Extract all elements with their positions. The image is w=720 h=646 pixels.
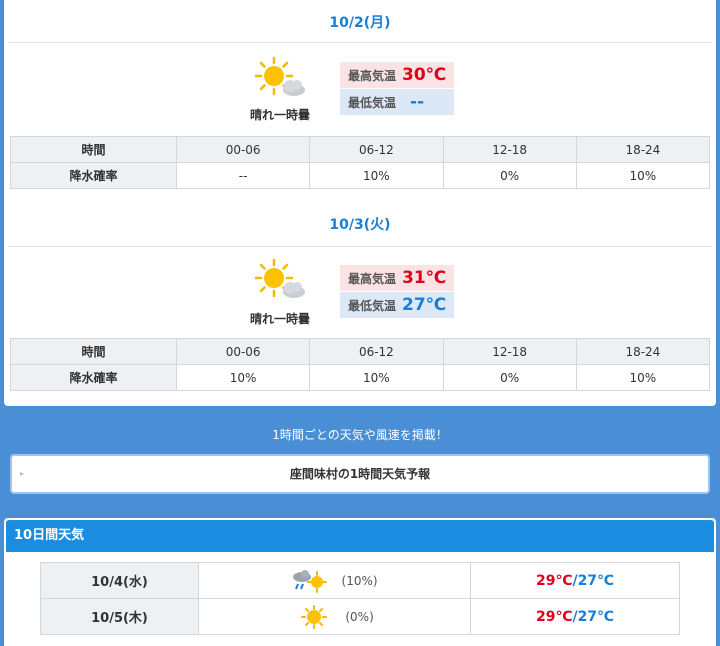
row-high: 29℃: [536, 572, 573, 589]
period: 12-18: [442, 136, 577, 163]
high-temp-label: 最高気温: [348, 68, 397, 83]
day2-high-temp: 最高気温 31℃: [340, 265, 454, 291]
cloudy-rain-sun-icon: [293, 569, 328, 593]
hourly-forecast-button[interactable]: ▸ 座間味村の1時間天気予報: [10, 454, 710, 494]
row-temp: 29℃/27℃: [470, 562, 680, 599]
rain-header-time: 時間: [10, 136, 177, 163]
day2-low-temp: 最低気温 27℃: [340, 292, 454, 318]
row-temp: 29℃/27℃: [470, 598, 680, 635]
ten-day-title: 10日間天気: [6, 520, 714, 552]
row-weather: (10%): [198, 562, 471, 599]
rain-value: 10%: [309, 364, 444, 391]
hourly-forecast-button-label: 座間味村の1時間天気予報: [289, 467, 431, 481]
sunny-then-cloudy-icon: [254, 56, 305, 96]
rain-value: 10%: [575, 364, 711, 391]
day1-high-temp: 最高気温 30℃: [340, 62, 454, 88]
table-row[interactable]: 10/4(水) (10%) 29℃/27℃: [40, 562, 680, 599]
high-temp-value: 31℃: [402, 268, 447, 288]
ten-day-card: 10日間天気 10/4(水) (10%) 29℃/27℃ 10/5(木) (0%…: [4, 518, 716, 646]
period: 06-12: [309, 136, 444, 163]
divider: [8, 246, 712, 247]
low-temp-value: 27℃: [402, 295, 447, 315]
rain-value: 0%: [442, 162, 577, 189]
day2-date: 10/3(火): [329, 217, 391, 233]
forecast-card: 10/2(月) 晴れ一時曇 最高気温 30℃ 最低気温 -- 時間 00-06 …: [4, 0, 716, 406]
row-rain: (0%): [345, 609, 374, 624]
row-weather: (0%): [198, 598, 471, 635]
period: 12-18: [442, 338, 577, 365]
row-low: 27℃: [577, 608, 614, 625]
low-temp-label: 最低気温: [348, 95, 397, 110]
period: 06-12: [309, 338, 444, 365]
day2-rain-table: 時間 00-06 06-12 12-18 18-24 降水確率 10% 10% …: [10, 338, 711, 391]
row-high: 29℃: [536, 608, 573, 625]
rain-value: 10%: [575, 162, 711, 189]
day1-rain-table: 時間 00-06 06-12 12-18 18-24 降水確率 -- 10% 0…: [10, 136, 711, 189]
rain-value: 0%: [442, 364, 577, 391]
row-date: 10/5(木): [40, 598, 199, 635]
low-temp-label: 最低気温: [348, 298, 397, 313]
rain-header-time: 時間: [10, 338, 177, 365]
chevron-right-icon: ▸: [20, 469, 25, 478]
rain-value: 10%: [175, 364, 311, 391]
period: 18-24: [575, 136, 711, 163]
ten-day-table: 10/4(水) (10%) 29℃/27℃ 10/5(木) (0%) 29℃/2…: [40, 562, 680, 635]
row-low: 27℃: [577, 572, 614, 589]
row-date: 10/4(水): [40, 562, 199, 599]
day1-low-temp: 最低気温 --: [340, 89, 454, 115]
day1-date: 10/2(月): [329, 15, 391, 31]
period: 00-06: [175, 136, 311, 163]
rain-row-label: 降水確率: [10, 162, 177, 189]
sunny-then-cloudy-icon: [254, 258, 305, 298]
row-rain: (10%): [341, 573, 378, 588]
hourly-promo-banner: 1時間ごとの天気や風速を掲載！ ▸ 座間味村の1時間天気予報: [0, 406, 720, 496]
low-temp-value: --: [410, 92, 425, 112]
period: 18-24: [575, 338, 711, 365]
high-temp-label: 最高気温: [348, 271, 397, 286]
high-temp-value: 30℃: [402, 65, 447, 85]
rain-value: --: [175, 162, 311, 189]
period: 00-06: [175, 338, 311, 365]
table-row[interactable]: 10/5(木) (0%) 29℃/27℃: [40, 598, 680, 635]
day2-weather: 晴れ一時曇: [249, 312, 310, 326]
day1-weather: 晴れ一時曇: [249, 108, 310, 122]
divider: [8, 42, 712, 43]
promo-text: 1時間ごとの天気や風速を掲載！: [272, 428, 448, 442]
rain-value: 10%: [309, 162, 444, 189]
rain-row-label: 降水確率: [10, 364, 177, 391]
sunny-icon: [301, 604, 328, 629]
